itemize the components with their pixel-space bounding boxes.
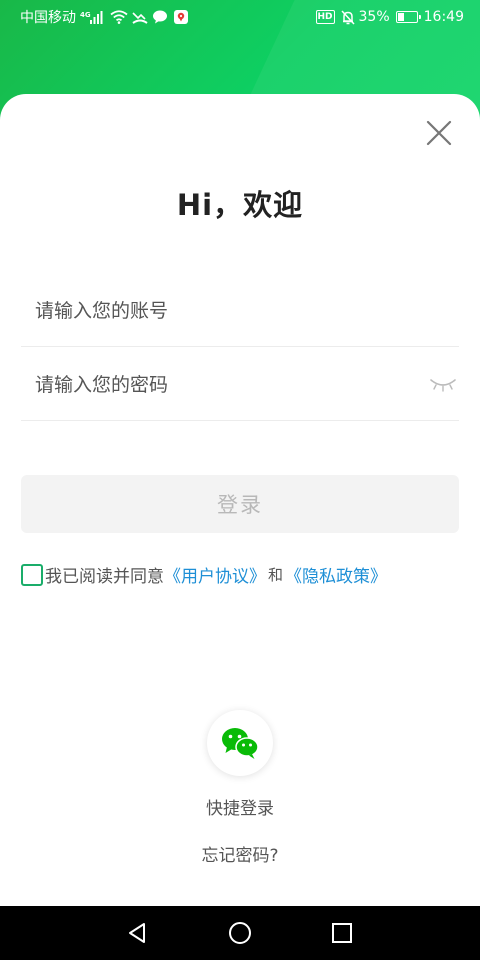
mute-bell-icon <box>340 9 355 25</box>
login-button[interactable]: 登录 <box>21 475 459 533</box>
agreement-text: 我已阅读并同意 <box>45 567 164 587</box>
user-agreement-link[interactable]: 《用户协议》 <box>164 562 266 587</box>
page-title: Hi，欢迎 <box>176 188 304 222</box>
system-nav-bar <box>0 906 480 960</box>
missed-call-icon <box>132 10 148 24</box>
close-button[interactable] <box>424 118 454 148</box>
status-bar: 中国移动 4G HD 35% 16:49 <box>0 0 480 34</box>
battery-level <box>397 13 404 21</box>
wechat-icon <box>222 728 259 759</box>
clock-time: 16:49 <box>423 9 464 25</box>
close-icon <box>426 120 452 146</box>
quick-login-label: 快捷登录 <box>206 799 274 819</box>
account-input[interactable] <box>21 300 415 322</box>
wifi-icon <box>110 10 128 24</box>
battery-icon <box>395 11 421 23</box>
wechat-login-button[interactable] <box>207 710 273 776</box>
back-triangle-icon <box>129 923 145 943</box>
home-circle-icon <box>229 922 251 944</box>
signal-icon: 4G <box>80 10 106 24</box>
nav-home-button[interactable] <box>225 918 255 948</box>
privacy-policy-link[interactable]: 《隐私政策》 <box>285 562 387 587</box>
agreement-checkbox[interactable] <box>21 563 43 586</box>
agreement-row: 我已阅读并同意 《用户协议》 和 《隐私政策》 <box>21 562 387 587</box>
eye-closed-icon[interactable] <box>429 376 457 394</box>
forgot-password-link[interactable]: 忘记密码? <box>0 841 480 866</box>
account-field <box>21 276 459 347</box>
status-bar-right: HD 35% 16:49 <box>315 8 464 26</box>
carrier-name: 中国移动 <box>20 10 76 26</box>
nav-recent-button[interactable] <box>327 918 357 948</box>
nav-back-button[interactable] <box>123 918 153 948</box>
svg-text:4G: 4G <box>80 11 91 19</box>
message-bubble-icon <box>152 10 168 24</box>
app-notification-icon <box>174 10 188 24</box>
password-field <box>21 350 459 421</box>
hd-badge: HD <box>315 10 335 24</box>
agreement-and-text: 和 <box>268 566 284 584</box>
status-bar-left: 中国移动 4G <box>20 8 188 26</box>
password-input[interactable] <box>21 374 415 396</box>
battery-percent: 35% <box>358 9 390 25</box>
recent-square-icon <box>332 923 352 943</box>
login-card: Hi，欢迎 登录 我已阅读并同意 《用户协议》 和 《隐私政策》 <box>0 94 480 906</box>
